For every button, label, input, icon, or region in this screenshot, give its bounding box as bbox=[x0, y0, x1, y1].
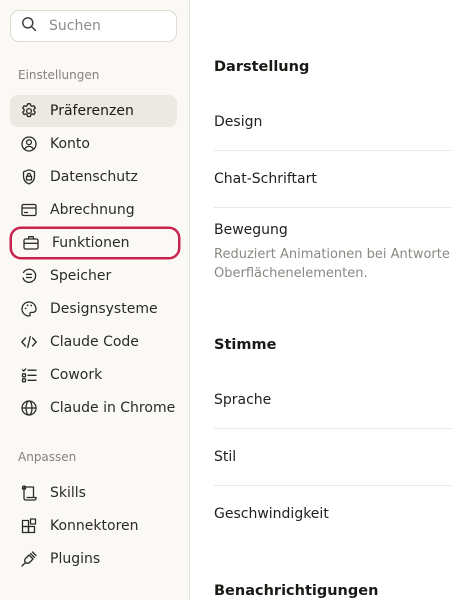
chat-font-setting-label: Chat-Schriftart bbox=[214, 171, 317, 187]
sidebar-item-label: Claude in Chrome bbox=[50, 400, 176, 416]
sidebar-item-skills[interactable]: Skills bbox=[10, 477, 177, 509]
globe-icon bbox=[20, 399, 38, 417]
palette-icon bbox=[20, 300, 38, 318]
search-icon bbox=[21, 16, 37, 36]
sidebar-item-label: Abrechnung bbox=[50, 202, 135, 218]
design-setting-label: Design bbox=[214, 114, 263, 130]
sidebar-item-preferences[interactable]: Präferenzen bbox=[10, 95, 177, 127]
settings-section-label: Einstellungen bbox=[18, 68, 100, 82]
sidebar-item-account[interactable]: Konto bbox=[10, 128, 177, 160]
sidebar-item-label: Claude Code bbox=[50, 334, 139, 350]
motion-setting-description: Reduziert Animationen bei Antworte Oberf… bbox=[214, 247, 450, 281]
checklist-icon bbox=[20, 366, 38, 384]
sidebar-item-label: Skills bbox=[50, 485, 86, 501]
divider bbox=[214, 485, 452, 486]
sidebar-item-label: Funktionen bbox=[52, 235, 130, 251]
sidebar-item-label: Speicher bbox=[50, 268, 112, 284]
sidebar-item-cowork[interactable]: Cowork bbox=[10, 359, 177, 391]
sidebar-item-connectors[interactable]: Konnektoren bbox=[10, 510, 177, 542]
sidebar-item-claude-in-chrome[interactable]: Claude in Chrome bbox=[10, 392, 177, 424]
sidebar-item-label: Konto bbox=[50, 136, 90, 152]
notifications-section-title: Benachrichtigungen bbox=[214, 583, 379, 599]
divider bbox=[214, 428, 452, 429]
search-input[interactable] bbox=[49, 18, 169, 34]
settings-content: Darstellung Design Chat-Schriftart Beweg… bbox=[190, 0, 452, 600]
memory-icon bbox=[20, 267, 38, 285]
speed-setting-label: Geschwindigkeit bbox=[214, 506, 329, 522]
sidebar-item-design-systems[interactable]: Designsysteme bbox=[10, 293, 177, 325]
style-setting-label: Stil bbox=[214, 449, 237, 465]
briefcase-icon bbox=[22, 234, 40, 252]
sidebar-item-billing[interactable]: Abrechnung bbox=[10, 194, 177, 226]
divider bbox=[214, 207, 452, 208]
sidebar-item-features[interactable]: Funktionen bbox=[12, 229, 178, 257]
search-box[interactable] bbox=[10, 10, 177, 42]
settings-window: Einstellungen Präferenzen Konto bbox=[0, 0, 452, 600]
sidebar-item-label: Plugins bbox=[50, 551, 101, 567]
blocks-icon bbox=[20, 517, 38, 535]
sidebar-item-label: Konnektoren bbox=[50, 518, 139, 534]
sidebar-item-label: Datenschutz bbox=[50, 169, 138, 185]
sidebar-item-privacy[interactable]: Datenschutz bbox=[10, 161, 177, 193]
sidebar-item-memory[interactable]: Speicher bbox=[10, 260, 177, 292]
sidebar-item-label: Designsysteme bbox=[50, 301, 158, 317]
code-icon bbox=[20, 333, 38, 351]
user-circle-icon bbox=[20, 135, 38, 153]
motion-setting-label: Bewegung bbox=[214, 222, 288, 238]
credit-card-icon bbox=[20, 201, 38, 219]
shield-lock-icon bbox=[20, 168, 38, 186]
sidebar-item-label: Cowork bbox=[50, 367, 103, 383]
scroll-icon bbox=[20, 484, 38, 502]
sidebar-item-claude-code[interactable]: Claude Code bbox=[10, 326, 177, 358]
voice-section-title: Stimme bbox=[214, 337, 277, 353]
appearance-section-title: Darstellung bbox=[214, 59, 310, 75]
customize-section-label: Anpassen bbox=[18, 450, 77, 464]
language-setting-label: Sprache bbox=[214, 392, 272, 408]
plug-icon bbox=[20, 550, 38, 568]
sidebar-item-plugins[interactable]: Plugins bbox=[10, 543, 177, 575]
gear-icon bbox=[20, 102, 38, 120]
sidebar: Einstellungen Präferenzen Konto bbox=[0, 0, 190, 600]
divider bbox=[214, 150, 452, 151]
sidebar-item-label: Präferenzen bbox=[50, 103, 134, 119]
